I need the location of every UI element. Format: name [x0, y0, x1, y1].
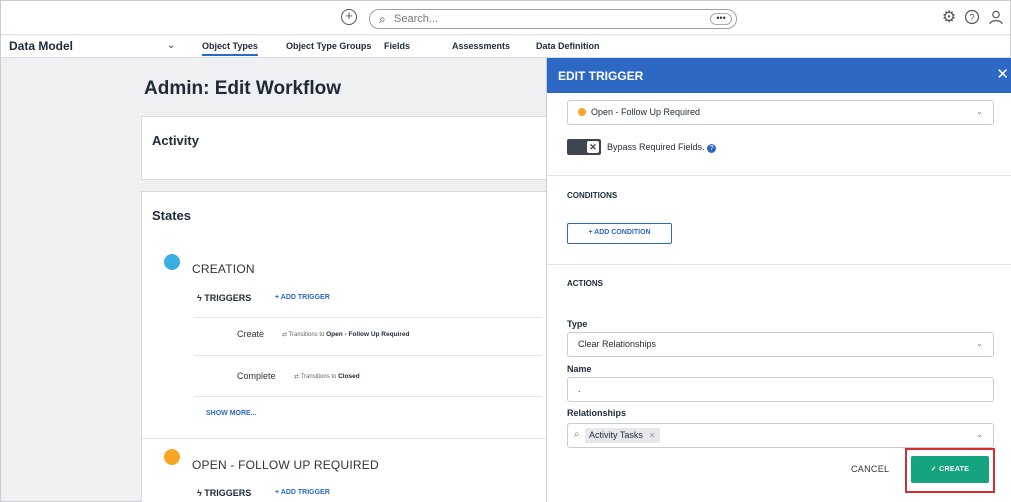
- section-divider: [547, 175, 1011, 176]
- create-label: ✓ CREATE: [930, 466, 970, 473]
- add-condition-label: + ADD CONDITION: [588, 229, 651, 236]
- state-color-dot: [164, 449, 180, 465]
- state-name-open: OPEN - FOLLOW UP REQUIRED: [192, 458, 379, 472]
- type-select-value: Clear Relationships: [578, 339, 657, 349]
- name-input-value: .: [578, 384, 581, 394]
- bypass-label: Bypass Required Fields. ?: [607, 142, 717, 153]
- search-input[interactable]: ⌕ Search... •••: [369, 9, 737, 29]
- state-divider: [142, 438, 562, 439]
- create-button[interactable]: ✓ CREATE: [911, 456, 989, 483]
- chevron-down-icon: ⌄: [976, 107, 983, 116]
- section-divider: [547, 264, 1011, 265]
- states-title: States: [152, 208, 192, 223]
- more-options-icon[interactable]: •••: [710, 13, 732, 25]
- edit-trigger-drawer: EDIT TRIGGER ✕ Open - Follow Up Required…: [546, 58, 1011, 502]
- trigger-name-create[interactable]: Create: [237, 329, 264, 339]
- state-color-dot: [164, 254, 180, 270]
- user-icon[interactable]: [987, 9, 1005, 27]
- app-nav: Data Model ⌄ Object Types Object Type Gr…: [1, 36, 1010, 58]
- trigger-transition: ⇄ Transitions to Closed: [294, 373, 360, 380]
- tab-object-type-groups[interactable]: Object Type Groups: [286, 41, 371, 51]
- conditions-title: CONDITIONS: [567, 191, 618, 200]
- tab-object-types[interactable]: Object Types: [202, 41, 258, 56]
- help-icon[interactable]: ?: [707, 144, 717, 153]
- type-label: Type: [567, 319, 588, 329]
- state-select-text: Open - Follow Up Required: [591, 107, 701, 117]
- bypass-toggle[interactable]: ✕: [567, 139, 601, 155]
- tab-data-definition[interactable]: Data Definition: [536, 41, 600, 51]
- state-name-creation: CREATION: [192, 262, 255, 276]
- transition-target: Open - Follow Up Required: [326, 331, 410, 338]
- remove-chip-icon[interactable]: ✕: [649, 431, 656, 440]
- relationship-chip-label: Activity Tasks: [589, 430, 643, 440]
- data-model-dropdown[interactable]: Data Model: [9, 39, 73, 53]
- svg-text:?: ?: [969, 13, 974, 23]
- tab-fields[interactable]: Fields: [384, 41, 410, 51]
- chevron-down-icon: ⌄: [976, 339, 983, 348]
- show-more-link[interactable]: SHOW MORE...: [206, 410, 257, 417]
- transition-text: Transitions to: [288, 332, 325, 338]
- chevron-down-icon: ⌄: [976, 430, 983, 439]
- chevron-down-icon[interactable]: ⌄: [167, 40, 175, 51]
- trigger-name-complete[interactable]: Complete: [237, 371, 276, 381]
- states-card: States CREATION ϟ TRIGGERS + ADD TRIGGER…: [141, 191, 562, 502]
- relationship-chip: Activity Tasks ✕: [585, 428, 660, 443]
- drawer-header: EDIT TRIGGER ✕: [547, 58, 1011, 93]
- top-bar: + ⌕ Search... ••• ⚙ ?: [1, 1, 1010, 35]
- help-icon[interactable]: ?: [963, 9, 981, 27]
- search-placeholder: Search...: [394, 13, 439, 25]
- transition-target: Closed: [338, 373, 360, 380]
- status-dot: [578, 108, 586, 116]
- triggers-label-text: TRIGGERS: [204, 293, 252, 303]
- search-icon: ⌕: [574, 429, 580, 440]
- tab-assessments[interactable]: Assessments: [452, 41, 510, 51]
- transition-text: Transitions to: [300, 374, 337, 380]
- triggers-label-text: TRIGGERS: [204, 488, 252, 498]
- search-icon: ⌕: [379, 12, 386, 26]
- name-input[interactable]: .: [567, 377, 994, 402]
- name-label: Name: [567, 364, 592, 374]
- toggle-x-icon: ✕: [587, 141, 599, 153]
- cancel-button[interactable]: CANCEL: [851, 464, 889, 474]
- type-select[interactable]: Clear Relationships ⌄: [567, 332, 994, 357]
- relationships-select[interactable]: ⌕ Activity Tasks ✕ ⌄: [567, 423, 994, 448]
- add-icon[interactable]: +: [341, 9, 357, 25]
- close-icon[interactable]: ✕: [996, 65, 1009, 83]
- row-divider: [194, 317, 542, 318]
- triggers-label: ϟ TRIGGERS: [197, 293, 252, 303]
- bypass-label-text: Bypass Required Fields.: [607, 142, 705, 152]
- trigger-transition: ⇄ Transitions to Open - Follow Up Requir…: [282, 331, 410, 338]
- activity-card: Activity: [141, 116, 561, 180]
- drawer-title: EDIT TRIGGER: [558, 69, 644, 83]
- add-trigger-button[interactable]: + ADD TRIGGER: [275, 489, 330, 496]
- gear-icon[interactable]: ⚙: [940, 9, 958, 27]
- activity-title: Activity: [152, 133, 199, 148]
- row-divider: [194, 355, 542, 356]
- page-title: Admin: Edit Workflow: [144, 78, 342, 99]
- triggers-label: ϟ TRIGGERS: [197, 488, 252, 498]
- add-trigger-button[interactable]: + ADD TRIGGER: [275, 294, 330, 301]
- add-condition-button[interactable]: + ADD CONDITION: [567, 223, 672, 244]
- state-select[interactable]: Open - Follow Up Required ⌄: [567, 100, 994, 125]
- row-divider: [194, 396, 542, 397]
- relationships-label: Relationships: [567, 408, 627, 418]
- state-select-value: Open - Follow Up Required: [578, 107, 700, 117]
- actions-title: ACTIONS: [567, 279, 603, 288]
